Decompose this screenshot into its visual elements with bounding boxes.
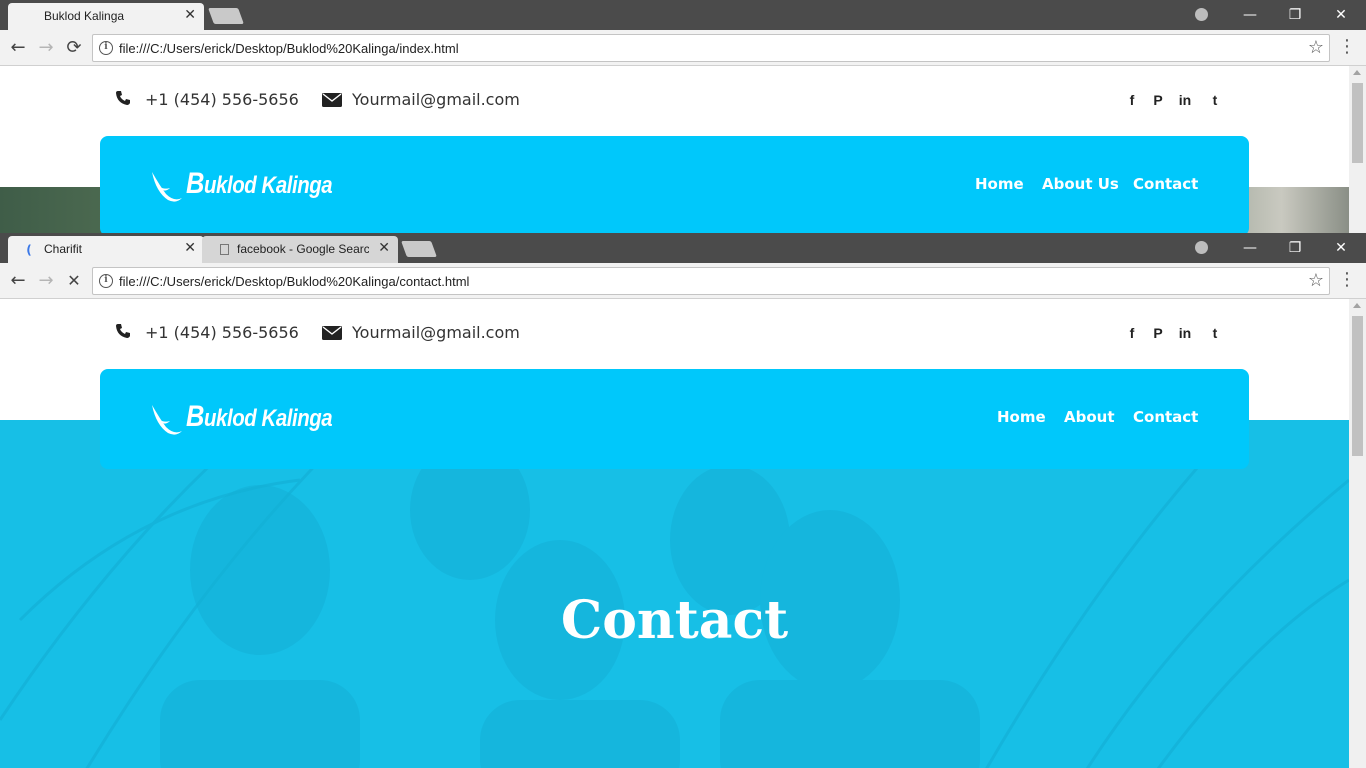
- forward-button[interactable]: →: [34, 269, 58, 293]
- scroll-thumb[interactable]: [1352, 83, 1363, 163]
- nav-contact[interactable]: Contact: [1133, 175, 1198, 193]
- maximize-button[interactable]: ❐: [1280, 237, 1310, 259]
- info-icon[interactable]: i: [99, 41, 113, 55]
- nav-contact[interactable]: Contact: [1133, 408, 1198, 426]
- scroll-thumb[interactable]: [1352, 316, 1363, 456]
- tab-close-icon[interactable]: ✕: [184, 240, 196, 256]
- tab-charifit[interactable]: ( Charifit ✕: [8, 236, 204, 263]
- tab-buklod-kalinga[interactable]: Buklod Kalinga ✕: [8, 3, 204, 30]
- top-contact-bar: +1 (454) 556-5656 Yourmail@gmail.com f P…: [0, 299, 1349, 369]
- page-title: Contact: [560, 590, 789, 651]
- tab-facebook-google-search[interactable]: facebook - Google Searc ✕: [202, 236, 398, 263]
- tab-title: facebook - Google Searc: [237, 242, 369, 256]
- linkedin-icon[interactable]: in: [1177, 325, 1193, 341]
- page-viewport: Contact +1 (454) 556-5656 Yourmail@gmail…: [0, 299, 1366, 768]
- stop-loading-button[interactable]: ✕: [62, 269, 86, 293]
- contact-hero-banner: Contact: [0, 420, 1349, 768]
- page-scrollbar[interactable]: [1349, 299, 1366, 768]
- dove-logo-icon[interactable]: [150, 168, 184, 208]
- back-button[interactable]: ←: [6, 269, 30, 293]
- url-text[interactable]: file:///C:/Users/erick/Desktop/Buklod%20…: [119, 41, 459, 56]
- email-address: Yourmail@gmail.com: [352, 323, 520, 342]
- phone-number: +1 (454) 556-5656: [145, 323, 299, 342]
- browser-menu-icon[interactable]: ⋮: [1338, 269, 1356, 290]
- phone-icon: [116, 324, 130, 338]
- page-icon: [220, 244, 229, 255]
- logo-text[interactable]: Buklod Kalinga: [186, 400, 333, 434]
- pinterest-icon[interactable]: P: [1150, 92, 1166, 108]
- facebook-icon[interactable]: f: [1124, 92, 1140, 108]
- reload-button[interactable]: ⟳: [62, 36, 86, 60]
- account-icon[interactable]: [1191, 237, 1211, 259]
- browser-toolbar: ← → ⟳ i file:///C:/Users/erick/Desktop/B…: [0, 30, 1366, 66]
- linkedin-icon[interactable]: in: [1177, 92, 1193, 108]
- new-tab-button[interactable]: [401, 241, 437, 257]
- nav-home[interactable]: Home: [975, 175, 1024, 193]
- back-button[interactable]: ←: [6, 36, 30, 60]
- address-bar[interactable]: i file:///C:/Users/erick/Desktop/Buklod%…: [92, 34, 1330, 62]
- loading-spinner-icon: (: [26, 243, 32, 257]
- dove-logo-icon[interactable]: [150, 401, 184, 441]
- page-icon: [22, 10, 36, 24]
- bookmark-star-icon[interactable]: ☆: [1308, 37, 1324, 58]
- logo-text[interactable]: Buklod Kalinga: [186, 167, 333, 201]
- envelope-icon: [322, 93, 342, 107]
- envelope-icon: [322, 326, 342, 340]
- scroll-up-arrow-icon[interactable]: [1353, 303, 1361, 308]
- account-icon[interactable]: [1191, 4, 1211, 26]
- browser-window-contact: ( Charifit ✕ facebook - Google Searc ✕ —…: [0, 233, 1366, 768]
- nav-home[interactable]: Home: [997, 408, 1046, 426]
- tab-title: Buklod Kalinga: [44, 9, 125, 23]
- page-scrollbar[interactable]: [1349, 66, 1366, 233]
- tab-strip: ( Charifit ✕ facebook - Google Searc ✕ —…: [0, 233, 1366, 263]
- page-viewport: +1 (454) 556-5656 Yourmail@gmail.com f P…: [0, 66, 1366, 233]
- tab-close-icon[interactable]: ✕: [184, 7, 196, 23]
- browser-window-index: Buklod Kalinga ✕ — ❐ ✕ ← → ⟳ i file:///C…: [0, 0, 1366, 233]
- new-tab-button[interactable]: [208, 8, 244, 24]
- address-bar[interactable]: i file:///C:/Users/erick/Desktop/Buklod%…: [92, 267, 1330, 295]
- top-contact-bar: +1 (454) 556-5656 Yourmail@gmail.com f P…: [0, 66, 1349, 136]
- browser-toolbar: ← → ✕ i file:///C:/Users/erick/Desktop/B…: [0, 263, 1366, 299]
- nav-about-us[interactable]: About Us: [1042, 175, 1119, 193]
- bookmark-star-icon[interactable]: ☆: [1308, 270, 1324, 291]
- phone-icon: [116, 91, 130, 105]
- nav-about[interactable]: About: [1064, 408, 1115, 426]
- tab-strip: Buklod Kalinga ✕ — ❐ ✕: [0, 0, 1366, 30]
- facebook-icon[interactable]: f: [1124, 325, 1140, 341]
- minimize-button[interactable]: —: [1235, 237, 1265, 259]
- pinterest-icon[interactable]: P: [1150, 325, 1166, 341]
- tab-title: Charifit: [44, 242, 83, 256]
- url-text[interactable]: file:///C:/Users/erick/Desktop/Buklod%20…: [119, 274, 469, 289]
- close-window-button[interactable]: ✕: [1326, 4, 1356, 26]
- maximize-button[interactable]: ❐: [1280, 4, 1310, 26]
- tab-close-icon[interactable]: ✕: [378, 240, 390, 256]
- phone-number: +1 (454) 556-5656: [145, 90, 299, 109]
- info-icon[interactable]: i: [99, 274, 113, 288]
- site-navbar: Buklod Kalinga Home About Us Contact: [100, 136, 1249, 233]
- email-address: Yourmail@gmail.com: [352, 90, 520, 109]
- close-window-button[interactable]: ✕: [1326, 237, 1356, 259]
- browser-menu-icon[interactable]: ⋮: [1338, 36, 1356, 57]
- forward-button[interactable]: →: [34, 36, 58, 60]
- minimize-button[interactable]: —: [1235, 4, 1265, 26]
- scroll-up-arrow-icon[interactable]: [1353, 70, 1361, 75]
- twitter-icon[interactable]: t: [1207, 325, 1223, 341]
- twitter-icon[interactable]: t: [1207, 92, 1223, 108]
- site-navbar: Buklod Kalinga Home About Contact: [100, 369, 1249, 469]
